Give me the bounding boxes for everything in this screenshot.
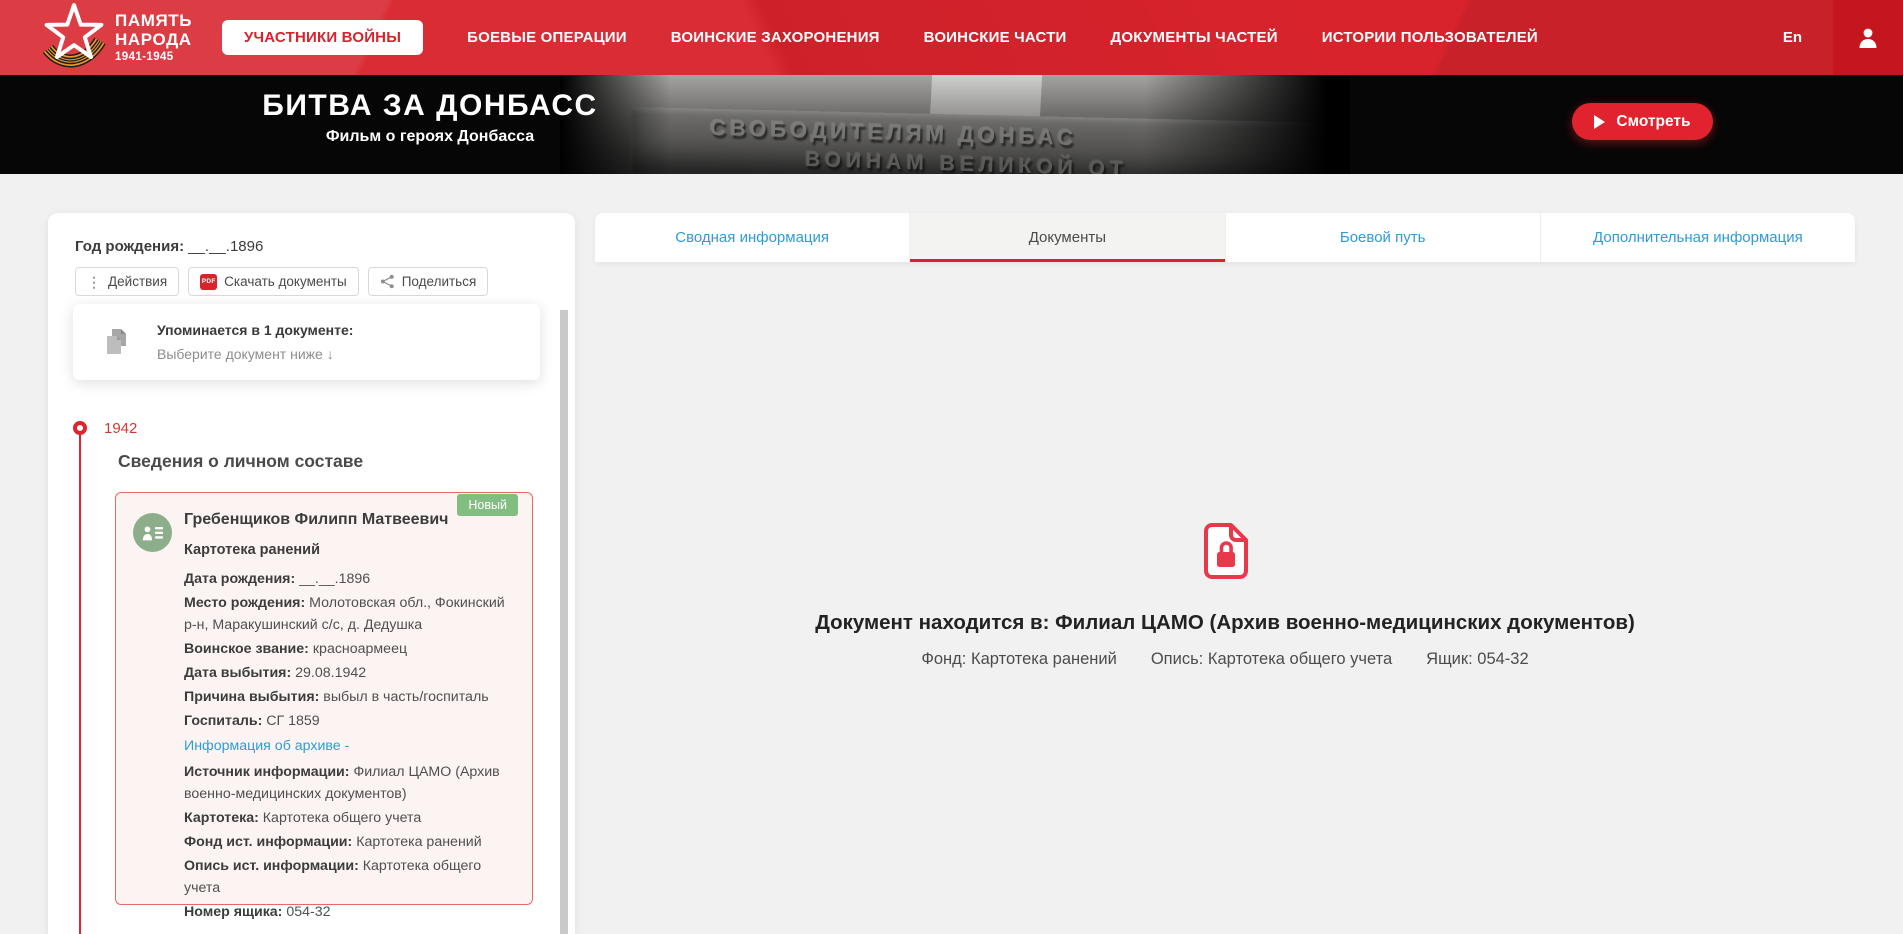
timeline-line [79,434,81,934]
document-card-content: Гребенщиков Филипп Матвеевич Картотека р… [184,509,518,925]
document-meta-item: Фонд: Картотека ранений [921,650,1117,668]
actions-button[interactable]: ⋮ Действия [75,267,180,296]
mention-title: Упоминается в 1 документе: [157,322,354,338]
archive-field: Опись ист. информации: Картотека общего … [184,858,482,896]
nav-item[interactable]: УЧАСТНИКИ ВОЙНЫ [222,20,424,55]
person-field: Дата выбытия: 29.08.1942 [184,665,367,681]
page: ПАМЯТЬ НАРОДА 1941-1945 УЧАСТНИКИ ВОЙНЫ Б… [0,0,1903,934]
account-button[interactable] [1833,0,1903,75]
sidebar-scrollbar[interactable] [560,310,568,934]
documents-icon [107,329,126,354]
share-label: Поделиться [401,274,477,289]
timeline-dot [73,421,87,435]
archive-field: Источник информации: Филиал ЦАМО (Архив … [184,764,500,802]
mention-card: Упоминается в 1 документе: Выберите доку… [73,304,540,380]
birth-year-row: Год рождения: __.__.1896 [75,238,263,255]
share-button[interactable]: Поделиться [367,267,489,296]
download-documents-button[interactable]: PDF Скачать документы [188,267,359,296]
document-meta-row: Фонд: Картотека ранений Опись: Картотека… [595,650,1855,669]
tab[interactable]: Дополнительная информация [1541,213,1855,262]
person-field: Место рождения: Молотовская обл., Фокинс… [184,595,505,633]
banner-title: БИТВА ЗА ДОНБАСС [262,89,598,122]
share-icon [380,274,394,289]
logo-years: 1941-1945 [115,51,174,63]
archive-info-link[interactable]: Информация об архиве - [184,735,518,757]
top-nav: ПАМЯТЬ НАРОДА 1941-1945 УЧАСТНИКИ ВОЙНЫ Б… [0,0,1903,75]
document-type: Картотека ранений [184,542,321,558]
person-field: Воинское звание: красноармеец [184,641,408,657]
banner-subtitle: Фильм о героях Донбасса [325,128,535,145]
person-sidebar: Год рождения: __.__.1896 ⋮ Действия PDF … [48,213,575,934]
timeline-year: 1942 [104,420,138,437]
person-field: Госпиталь: СГ 1859 [184,713,320,729]
person-field: Причина выбытия: выбыл в часть/госпиталь [184,689,489,705]
person-card-icon [142,525,163,540]
mention-text: Упоминается в 1 документе: Выберите доку… [157,322,353,362]
document-meta-item: Опись: Картотека общего учета [1150,650,1393,668]
tab[interactable]: Документы [910,213,1226,262]
document-card[interactable]: Новый Гребенщиков Филипп Матвеевич Карто… [115,492,533,920]
banner-titles: БИТВА ЗА ДОНБАСС Фильм о героях Донбасса [150,89,710,146]
person-fields: Дата рождения: __.__.1896 Место рождения… [184,568,518,732]
kebab-icon: ⋮ [87,273,101,290]
logo-line2: НАРОДА [115,30,192,49]
nav-menu: УЧАСТНИКИ ВОЙНЫ БОЕВЫЕ ОПЕРАЦИИ ВОИНСКИЕ З… [222,0,1538,75]
nav-item[interactable]: БОЕВЫЕ ОПЕРАЦИИ [467,29,627,46]
avatar [133,513,172,552]
tab[interactable]: Сводная информация [595,213,911,262]
content-tabs: Сводная информация Документы Боевой путь До… [595,213,1855,262]
tab[interactable]: Боевой путь [1226,213,1541,262]
person-field: Дата рождения: __.__.1896 [184,571,371,587]
archive-fields: Источник информации: Филиал ЦАМО (Архив … [184,761,518,923]
nav-item[interactable]: ДОКУМЕНТЫ ЧАСТЕЙ [1111,29,1278,46]
site-logo[interactable]: ПАМЯТЬ НАРОДА 1941-1945 [42,1,192,73]
archive-field: Картотека: Картотека общего учета [184,810,422,826]
nav-item[interactable]: ВОИНСКИЕ ЗАХОРОНЕНИЯ [671,29,880,46]
mention-subtitle: Выберите документ ниже ↓ [157,346,334,362]
pdf-icon: PDF [200,273,218,290]
nav-item[interactable]: ВОИНСКИЕ ЧАСТИ [924,29,1067,46]
birth-year-label: Год рождения: [75,238,185,255]
download-label: Скачать документы [224,274,347,289]
document-location-heading: Документ находится в: Филиал ЦАМО (Архив… [815,611,1635,634]
language-toggle[interactable]: En [1783,0,1802,75]
watch-label: Смотреть [1616,112,1691,130]
logo-text: ПАМЯТЬ НАРОДА 1941-1945 [115,11,192,63]
locked-document-icon [1204,523,1248,584]
hero-banner: СВОБОДИТЕЛЯМ ДОНБАС ВОИНАМ ВЕЛИКОЙ ОТ БИ… [0,75,1903,174]
watch-button[interactable]: Смотреть [1572,103,1713,140]
nav-item[interactable]: ИСТОРИИ ПОЛЬЗОВАТЕЛЕЙ [1322,29,1538,46]
logo-line1: ПАМЯТЬ [115,11,193,30]
timeline-section-title: Сведения о личном составе [118,451,364,471]
play-icon [1594,114,1606,129]
actions-label: Действия [108,274,168,289]
person-name: Гребенщиков Филипп Матвеевич [184,511,449,528]
actions-row: ⋮ Действия PDF Скачать документы Поделит… [75,267,489,296]
document-meta-item: Ящик: 054-32 [1426,650,1529,668]
archive-field: Фонд ист. информации: Картотека ранений [184,834,482,850]
user-icon [1859,28,1877,48]
archive-field: Номер ящика: 054-32 [184,904,331,920]
star-ribbon-icon [42,3,106,68]
birth-year-value: __.__.1896 [188,238,264,255]
